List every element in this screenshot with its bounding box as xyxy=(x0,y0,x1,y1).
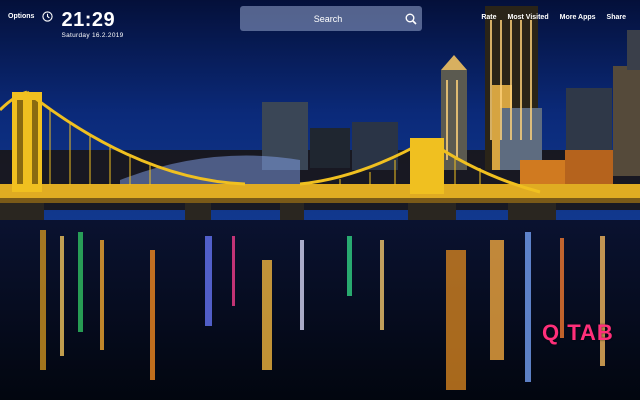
top-nav: Rate Most Visited More Apps Share xyxy=(481,14,626,21)
datetime-display: 21:29 Saturday 16.2.2019 xyxy=(61,9,123,39)
clock-icon[interactable] xyxy=(42,9,54,27)
options-button[interactable]: Options xyxy=(8,13,34,20)
brand-logo: Q TAB xyxy=(542,320,614,345)
search-input[interactable] xyxy=(240,5,400,32)
header-cluster: Options 21:29 Saturday 16.2.2019 xyxy=(8,9,124,39)
clock-time: 21:29 xyxy=(61,9,116,31)
search-icon[interactable] xyxy=(400,6,422,31)
nav-more-apps[interactable]: More Apps xyxy=(560,14,596,21)
search-bar xyxy=(240,5,422,32)
nav-most-visited[interactable]: Most Visited xyxy=(508,14,549,21)
clock-date: Saturday 16.2.2019 xyxy=(61,32,124,39)
nav-share[interactable]: Share xyxy=(607,14,626,21)
nav-rate[interactable]: Rate xyxy=(481,14,496,21)
